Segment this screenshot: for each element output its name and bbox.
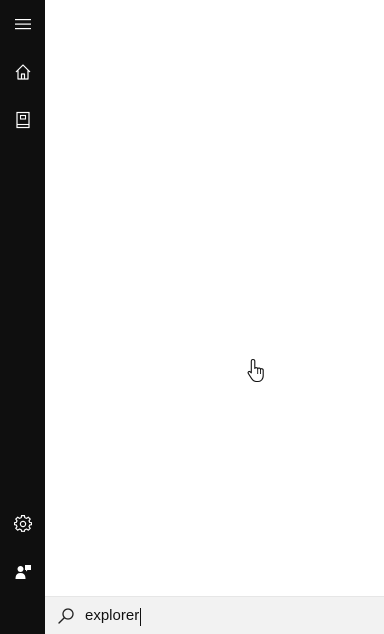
feedback-button[interactable] <box>0 548 45 596</box>
results-pane <box>45 0 384 596</box>
sidebar <box>0 0 45 634</box>
notebook-button[interactable] <box>0 96 45 144</box>
search-bar[interactable] <box>45 596 384 634</box>
search-input[interactable] <box>85 604 365 628</box>
home-icon <box>14 63 32 81</box>
home-button[interactable] <box>0 48 45 96</box>
hamburger-menu-button[interactable] <box>0 0 45 48</box>
notebook-icon <box>14 111 32 129</box>
gear-icon <box>13 515 32 533</box>
text-caret <box>140 608 141 626</box>
feedback-icon <box>14 563 32 581</box>
search-icon <box>57 607 75 630</box>
settings-button[interactable] <box>0 500 45 548</box>
hand-pointer-icon <box>246 358 268 389</box>
hamburger-menu-icon <box>14 17 32 31</box>
